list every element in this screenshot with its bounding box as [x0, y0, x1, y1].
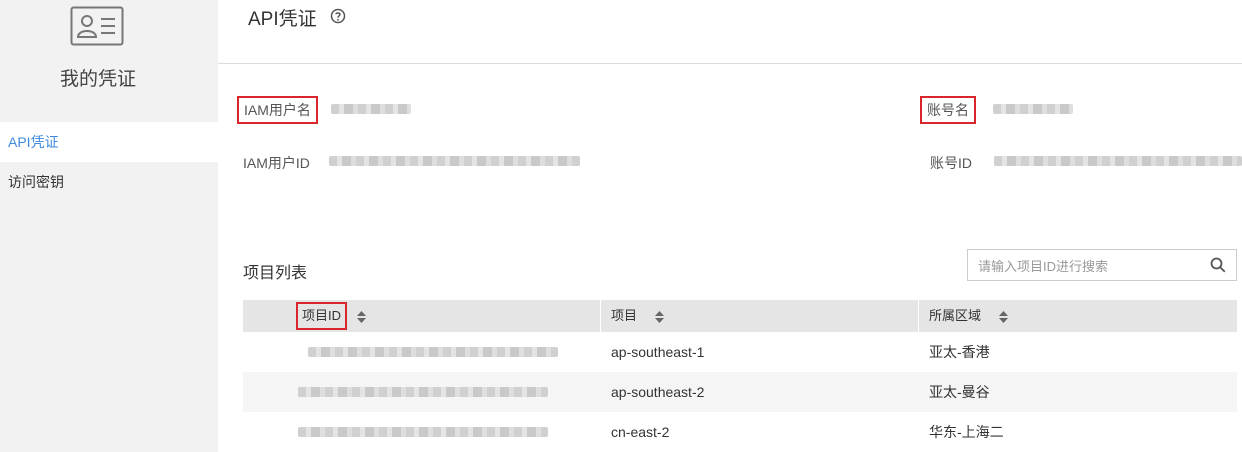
- project-name: ap-southeast-2: [611, 384, 705, 400]
- project-region: 亚太-香港: [929, 344, 990, 360]
- project-search-box: [967, 249, 1237, 282]
- table-row: ap-southeast-1 亚太-香港: [243, 332, 1237, 372]
- search-icon[interactable]: [1210, 257, 1226, 273]
- table-row: ap-southeast-2 亚太-曼谷: [243, 372, 1237, 412]
- credential-card-icon: [70, 6, 124, 46]
- column-region[interactable]: 所属区域: [918, 300, 1237, 332]
- sidebar: 我的凭证 API凭证 访问密钥: [0, 0, 218, 452]
- sidebar-item-access-keys[interactable]: 访问密钥: [0, 162, 218, 202]
- column-project-id[interactable]: 项目ID: [296, 300, 599, 332]
- iam-user-name-label: IAM用户名: [237, 96, 318, 124]
- sidebar-item-api-credentials[interactable]: API凭证: [0, 122, 218, 162]
- project-name: ap-southeast-1: [611, 344, 705, 360]
- iam-user-name-value: [331, 104, 411, 114]
- header-divider: [218, 63, 1242, 64]
- project-list-title: 项目列表: [243, 265, 308, 282]
- column-region-label: 所属区域: [929, 308, 982, 323]
- table-row: cn-east-2 华东-上海二: [243, 412, 1237, 452]
- column-project[interactable]: 项目: [600, 300, 917, 332]
- iam-user-id-label: IAM用户ID: [243, 155, 310, 171]
- project-id-value: [308, 347, 558, 357]
- project-id-value: [298, 427, 548, 437]
- page-title: API凭证: [248, 9, 317, 30]
- column-project-label: 项目: [611, 308, 638, 323]
- table-header: 项目ID 项目 所属区域: [243, 300, 1237, 332]
- sort-icon[interactable]: [356, 310, 366, 323]
- account-name-value: [993, 104, 1073, 114]
- account-name-label: 账号名: [920, 96, 976, 124]
- sort-icon[interactable]: [998, 310, 1008, 323]
- question-circle-icon[interactable]: [330, 8, 346, 24]
- project-name: cn-east-2: [611, 424, 670, 440]
- sort-icon[interactable]: [654, 310, 664, 323]
- column-project-id-label: 项目ID: [296, 302, 348, 330]
- sidebar-title: 我的凭证: [59, 69, 136, 90]
- iam-user-id-value: [329, 156, 580, 166]
- account-id-value: [994, 156, 1242, 166]
- project-region: 亚太-曼谷: [929, 384, 990, 400]
- project-id-value: [298, 387, 548, 397]
- project-region: 华东-上海二: [929, 424, 1004, 440]
- account-id-label: 账号ID: [930, 155, 972, 171]
- project-search-input[interactable]: [968, 250, 1205, 282]
